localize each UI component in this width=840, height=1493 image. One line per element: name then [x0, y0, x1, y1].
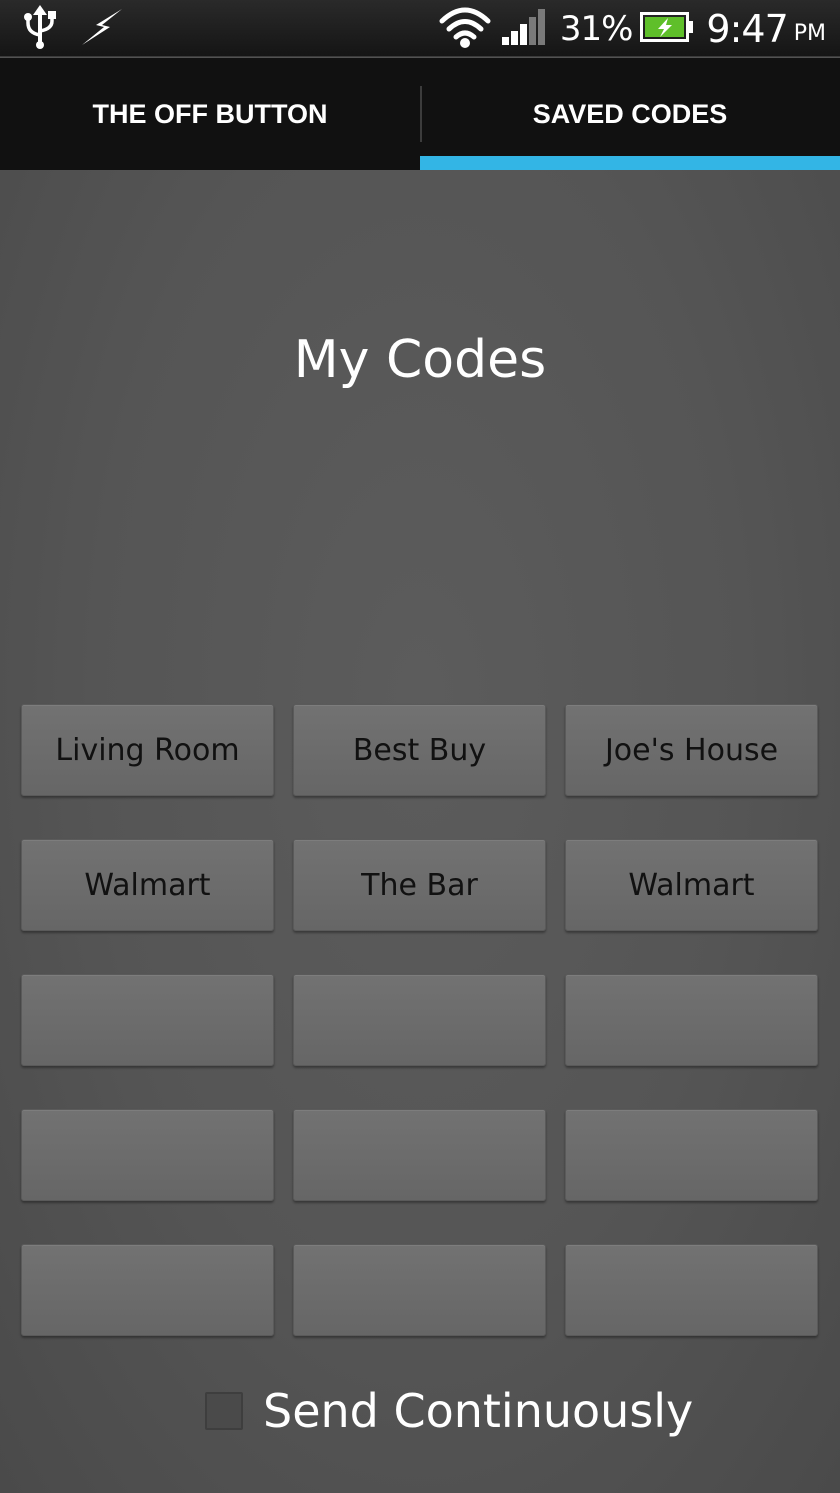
code-button-empty[interactable] — [21, 1244, 274, 1336]
clock: 9:47 — [706, 6, 788, 51]
status-bar-right: 31% 9:47 PM — [438, 0, 826, 57]
charging-bolt-icon — [80, 7, 124, 51]
tab-divider — [420, 86, 422, 142]
signal-icon — [501, 8, 548, 49]
tab-label: THE OFF BUTTON — [92, 98, 328, 129]
usb-icon — [22, 4, 58, 53]
selected-tab-indicator — [420, 156, 840, 170]
saved-codes-panel: My Codes Living Room Best Buy Joe's Hous… — [0, 170, 840, 1493]
status-bar: 31% 9:47 PM — [0, 0, 840, 57]
code-button-living-room[interactable]: Living Room — [21, 704, 274, 796]
clock-ampm: PM — [793, 21, 826, 46]
code-button-joes-house[interactable]: Joe's House — [565, 704, 818, 796]
code-button-the-bar[interactable]: The Bar — [293, 839, 546, 931]
code-button-empty[interactable] — [565, 1109, 818, 1201]
tab-the-off-button[interactable]: THE OFF BUTTON — [0, 58, 420, 170]
page-title: My Codes — [293, 330, 547, 390]
code-button-empty[interactable] — [21, 974, 274, 1066]
code-button-empty[interactable] — [293, 974, 546, 1066]
tab-saved-codes[interactable]: SAVED CODES — [420, 58, 840, 170]
status-bar-left — [22, 4, 124, 53]
code-button-empty[interactable] — [565, 1244, 818, 1336]
send-continuously-row: Send Continuously — [205, 1380, 693, 1442]
code-button-empty[interactable] — [293, 1109, 546, 1201]
battery-percent: 31% — [559, 8, 634, 49]
tab-bar: THE OFF BUTTON SAVED CODES — [0, 58, 840, 170]
send-continuously-label[interactable]: Send Continuously — [263, 1384, 693, 1438]
code-button-empty[interactable] — [565, 974, 818, 1066]
code-button-empty[interactable] — [21, 1109, 274, 1201]
code-button-walmart[interactable]: Walmart — [21, 839, 274, 931]
battery-icon — [640, 11, 694, 46]
tab-label: SAVED CODES — [532, 98, 728, 129]
code-button-empty[interactable] — [293, 1244, 546, 1336]
wifi-icon — [438, 5, 492, 53]
code-button-grid: Living Room Best Buy Joe's House Walmart… — [21, 704, 819, 1336]
code-button-walmart-2[interactable]: Walmart — [565, 839, 818, 931]
send-continuously-checkbox[interactable] — [205, 1392, 243, 1430]
code-button-best-buy[interactable]: Best Buy — [293, 704, 546, 796]
